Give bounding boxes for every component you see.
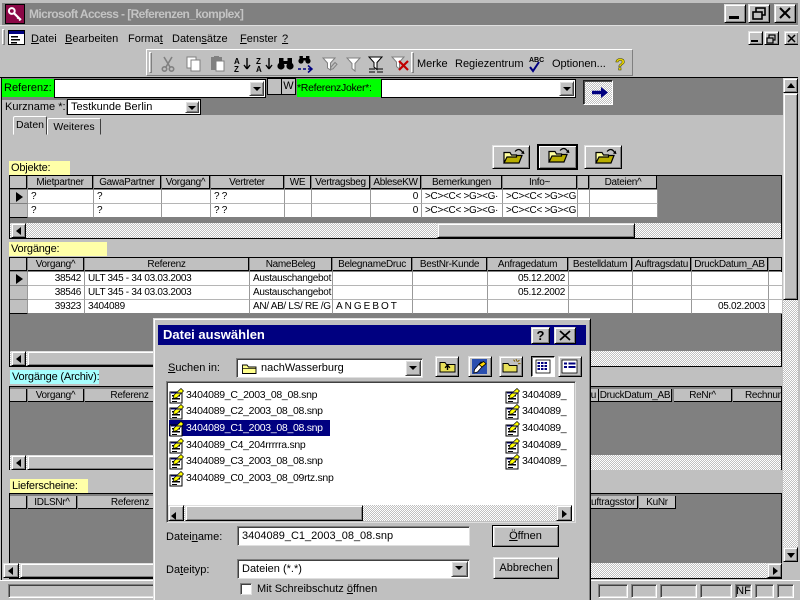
svg-text:Z: Z	[234, 65, 239, 74]
svg-text:ABC: ABC	[529, 57, 544, 64]
svg-text:A: A	[256, 65, 262, 74]
svg-text:?: ?	[615, 55, 625, 74]
